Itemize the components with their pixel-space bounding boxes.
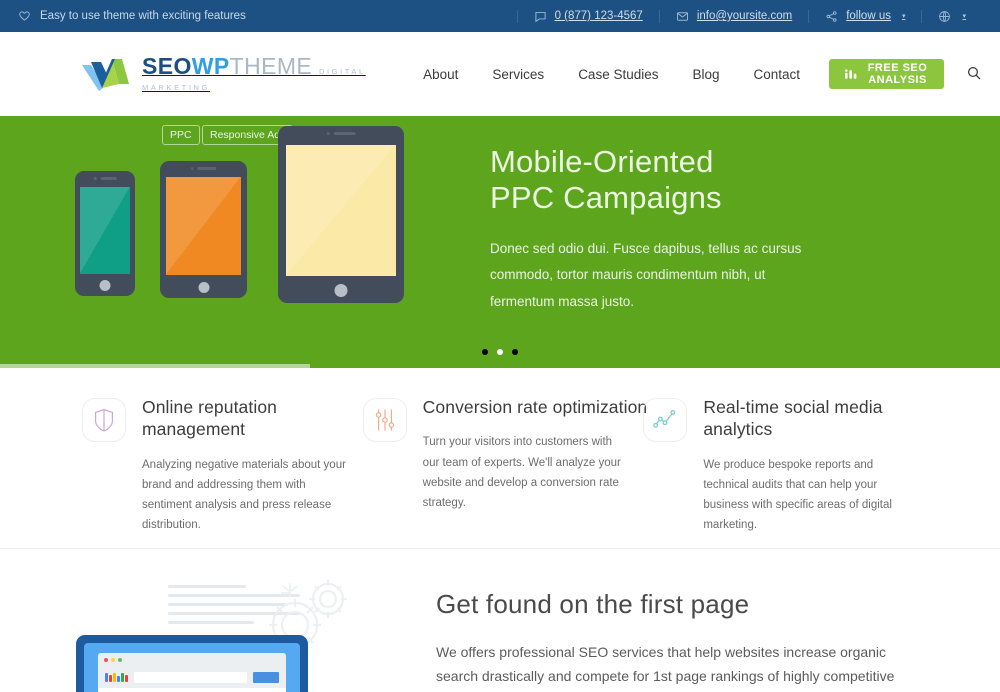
top-bar-language-dropdown[interactable]: ▾ [921, 9, 982, 23]
hero-slider: PPC Responsive Ads Mobile-Oriented PPC C… [0, 116, 1000, 368]
chevron-down-icon: ▾ [901, 13, 906, 20]
logo-text-theme: THEME [229, 52, 313, 79]
device-tablet-small [160, 161, 247, 298]
feature-description: We produce bespoke reports and technical… [703, 458, 892, 532]
top-bar: Easy to use theme with exciting features… [0, 0, 1000, 32]
hero-description: Donec sed odio dui. Fusce dapibus, tellu… [490, 240, 802, 309]
nav-item-about[interactable]: About [406, 67, 475, 82]
device-phone [75, 171, 135, 296]
globe-icon [938, 10, 951, 23]
hero-devices-illustration: PPC Responsive Ads [60, 116, 490, 368]
hero-slider-dot-3[interactable] [512, 349, 518, 355]
feature-realtime-social-media-analytics: Real-time social media analytics We prod… [643, 396, 940, 548]
hero-slider-dot-1[interactable] [482, 349, 488, 355]
line-chart-icon [643, 398, 688, 442]
nav-item-services[interactable]: Services [475, 67, 561, 82]
site-header: SEOWPTHEME DIGITAL MARKETING About Servi… [0, 32, 1000, 116]
sliders-icon [362, 398, 407, 442]
feature-title: Real-time social media analytics [703, 397, 883, 440]
get-found-section: Get found on the first page We offers pr… [0, 549, 1000, 692]
top-bar-phone-text: 0 (877) 123-4567 [554, 10, 643, 22]
hero-title-line2: PPC Campaigns [490, 179, 722, 215]
search-results-page [98, 653, 286, 692]
hero-slider-dots [0, 349, 1000, 355]
nav-item-blog[interactable]: Blog [675, 67, 736, 82]
hero-slider-progress-bar [0, 364, 310, 368]
top-bar-email[interactable]: info@yoursite.com [658, 9, 808, 23]
search-button[interactable] [966, 65, 982, 84]
heart-icon [18, 10, 31, 23]
feature-conversion-rate-optimization: Conversion rate optimization Turn your v… [362, 396, 660, 548]
logo-text-wp: WP [191, 52, 230, 79]
top-bar-tagline: Easy to use theme with exciting features [18, 10, 246, 23]
hero-title-line1: Mobile-Oriented [490, 144, 714, 179]
nav-item-case-studies[interactable]: Case Studies [561, 67, 675, 82]
top-bar-social-label: follow us [846, 10, 891, 22]
feature-title: Online reputation management [142, 397, 277, 440]
main-navigation: About Services Case Studies Blog Contact… [406, 59, 982, 89]
chat-bubble-icon [534, 10, 547, 23]
search-icon [966, 65, 982, 81]
laptop-screen [84, 643, 300, 692]
logo-text-seo: SEO [142, 52, 192, 79]
feature-description: Turn your visitors into customers with o… [422, 436, 621, 509]
hero-title: Mobile-Oriented PPC Campaigns [490, 144, 820, 216]
get-found-copy: Get found on the first page We offers pr… [410, 577, 906, 692]
laptop-mockup [76, 635, 308, 692]
browser-title-bar [98, 653, 286, 666]
hero-copy: Mobile-Oriented PPC Campaigns Donec sed … [490, 116, 820, 368]
search-result-tabs [98, 688, 286, 692]
search-input[interactable] [134, 671, 247, 683]
free-seo-analysis-label: FREE SEO ANALYSIS [867, 62, 928, 86]
site-logo[interactable]: SEOWPTHEME DIGITAL MARKETING [82, 52, 406, 94]
top-bar-phone[interactable]: 0 (877) 123-4567 [516, 9, 659, 23]
top-bar-email-text: info@yoursite.com [696, 10, 793, 22]
free-seo-analysis-button[interactable]: FREE SEO ANALYSIS [829, 59, 944, 89]
feature-description: Analyzing negative materials about your … [142, 458, 346, 532]
hero-slider-dot-2[interactable] [497, 349, 503, 355]
hero-tag-ppc: PPC [162, 125, 200, 145]
checkmark-arrow-logo-icon [82, 57, 134, 91]
get-found-title: Get found on the first page [436, 589, 750, 619]
nav-item-contact[interactable]: Contact [737, 67, 818, 82]
laptop-search-results-gears-illustration [60, 577, 410, 692]
top-bar-tagline-text: Easy to use theme with exciting features [40, 10, 246, 22]
top-bar-social-dropdown[interactable]: follow us ▾ [808, 9, 921, 23]
device-tablet-large [278, 126, 404, 303]
chevron-down-icon: ▾ [962, 13, 966, 20]
feature-online-reputation-management: Online reputation management Analyzing n… [82, 396, 379, 548]
share-icon [825, 10, 838, 23]
search-submit-button[interactable] [253, 671, 279, 683]
envelope-icon [676, 10, 689, 23]
shield-icon [82, 398, 126, 442]
bar-chart-icon [845, 68, 859, 81]
search-engine-logo-icon [105, 672, 128, 682]
get-found-description: We offers professional SEO services that… [436, 644, 895, 685]
features-section: Online reputation management Analyzing n… [0, 368, 1000, 548]
search-engine-bar [98, 666, 286, 688]
feature-title: Conversion rate optimization [422, 397, 648, 417]
